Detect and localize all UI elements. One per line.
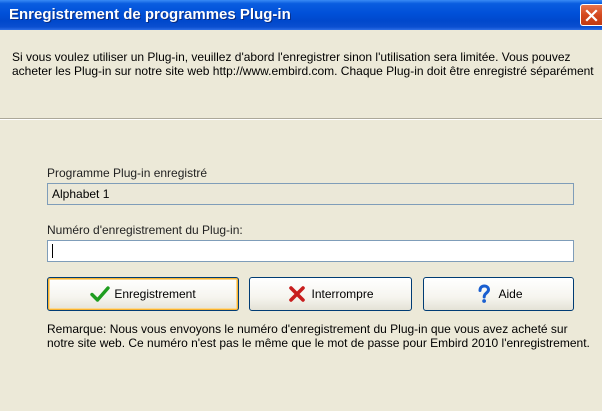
- cancel-button[interactable]: Interrompre: [249, 277, 412, 311]
- red-x-icon: [289, 286, 306, 302]
- remark-text: Remarque: Nous vous envoyons le numéro d…: [47, 322, 590, 350]
- help-button-label: Aide: [498, 287, 523, 301]
- close-icon: [585, 9, 598, 22]
- register-button[interactable]: Enregistrement: [47, 277, 239, 311]
- registration-dialog: Enregistrement de programmes Plug-in Si …: [0, 0, 602, 411]
- separator: [0, 118, 602, 120]
- registration-number-input[interactable]: [47, 240, 574, 262]
- registered-program-label: Programme Plug-in enregistré: [47, 166, 208, 180]
- cancel-button-label: Interrompre: [311, 287, 374, 301]
- green-checkmark-icon: [90, 286, 111, 302]
- intro-text: Si vous voulez utiliser un Plug-in, veui…: [12, 50, 594, 78]
- close-button[interactable]: [580, 4, 602, 26]
- registration-number-label: Numéro d'enregistrement du Plug-in:: [47, 223, 243, 237]
- blue-question-mark-icon: [478, 284, 491, 303]
- registered-program-field: Alphabet 1: [47, 183, 574, 205]
- register-button-label: Enregistrement: [114, 287, 196, 301]
- title-bar[interactable]: Enregistrement de programmes Plug-in: [0, 0, 602, 30]
- text-caret: [52, 244, 53, 258]
- window-title: Enregistrement de programmes Plug-in: [9, 6, 291, 23]
- help-button[interactable]: Aide: [423, 277, 574, 311]
